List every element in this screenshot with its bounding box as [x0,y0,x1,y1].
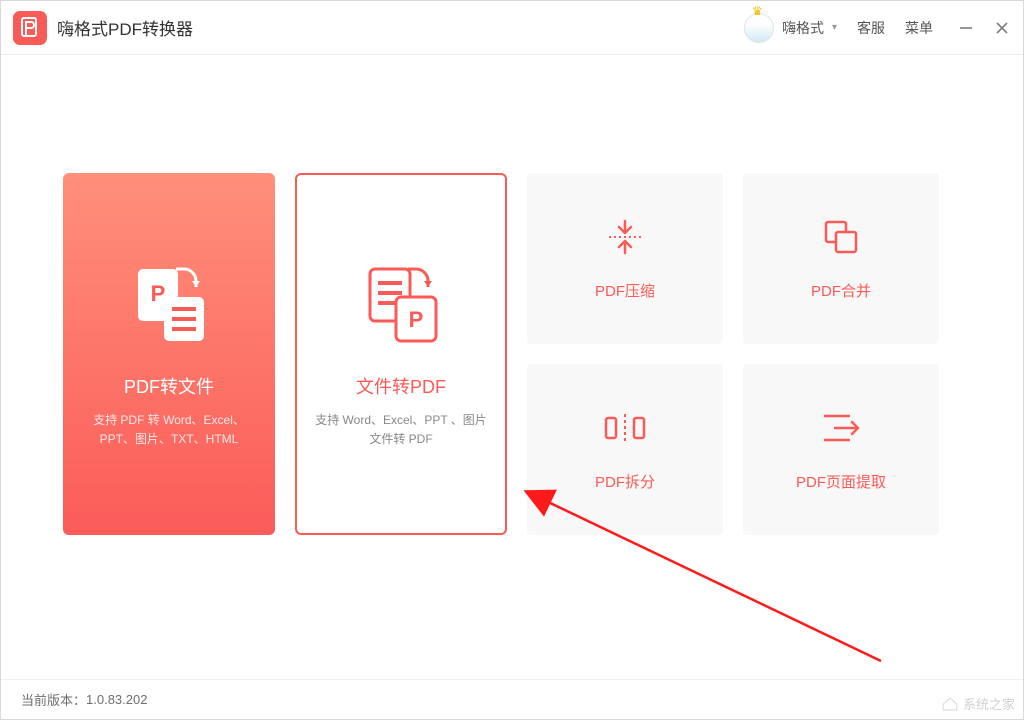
extract-icon [820,407,862,449]
card-title: 文件转PDF [356,373,446,399]
version-label: 当前版本： [21,690,86,709]
card-label: PDF页面提取 [796,471,886,492]
file-to-pdf-icon: P [356,259,446,349]
card-pdf-to-file[interactable]: P PDF转文件 支持 PDF 转 Word、Excel、PPT、图片、TXT、… [63,173,275,535]
close-icon [995,21,1009,35]
card-label: PDF合并 [811,280,871,301]
merge-icon [820,216,862,258]
app-title: 嗨格式PDF转换器 [57,15,193,40]
card-pdf-compress[interactable]: PDF压缩 [527,173,723,344]
site-watermark: 系统之家 [941,694,1015,713]
user-account[interactable]: ♛ 嗨格式 ▾ [744,13,837,43]
title-left: 嗨格式PDF转换器 [13,11,193,45]
compress-icon [605,216,645,258]
watermark-text: 系统之家 [963,694,1015,713]
chevron-down-icon: ▾ [832,22,837,33]
card-desc: 支持 PDF 转 Word、Excel、PPT、图片、TXT、HTML [63,411,275,449]
card-pdf-page-extract[interactable]: PDF页面提取 [743,364,939,535]
app-logo-icon [20,17,40,39]
crown-icon: ♛ [752,4,763,18]
svg-text:P: P [151,281,166,306]
card-label: PDF压缩 [595,280,655,301]
card-title: PDF转文件 [124,373,214,399]
window-controls [959,21,1009,35]
house-icon [941,695,959,713]
version-value: 1.0.83.202 [86,692,147,707]
app-logo [13,11,47,45]
menu-link[interactable]: 菜单 [905,18,933,38]
app-window: 嗨格式PDF转换器 ♛ 嗨格式 ▾ 客服 菜单 [0,0,1024,720]
title-right: ♛ 嗨格式 ▾ 客服 菜单 [744,13,1009,43]
card-desc: 支持 Word、Excel、PPT 、图片文件转 PDF [297,411,505,449]
minimize-icon [959,21,973,35]
titlebar: 嗨格式PDF转换器 ♛ 嗨格式 ▾ 客服 菜单 [1,1,1023,55]
card-label: PDF拆分 [595,471,655,492]
close-button[interactable] [995,21,1009,35]
support-link[interactable]: 客服 [857,18,885,38]
main-area: P PDF转文件 支持 PDF 转 Word、Excel、PPT、图片、TXT、… [1,55,1023,679]
split-icon [602,407,648,449]
avatar: ♛ [744,13,774,43]
card-pdf-merge[interactable]: PDF合并 [743,173,939,344]
card-pdf-split[interactable]: PDF拆分 [527,364,723,535]
svg-text:P: P [409,307,424,332]
minimize-button[interactable] [959,21,973,35]
status-bar: 当前版本： 1.0.83.202 [1,679,1023,719]
card-file-to-pdf[interactable]: P 文件转PDF 支持 Word、Excel、PPT 、图片文件转 PDF [295,173,507,535]
pdf-to-file-icon: P [124,259,214,349]
username-label: 嗨格式 [782,18,824,38]
feature-grid: P PDF转文件 支持 PDF 转 Word、Excel、PPT、图片、TXT、… [63,173,939,535]
overlay-watermark: · [431,401,437,417]
right-column: PDF压缩 PDF合并 [527,173,939,535]
